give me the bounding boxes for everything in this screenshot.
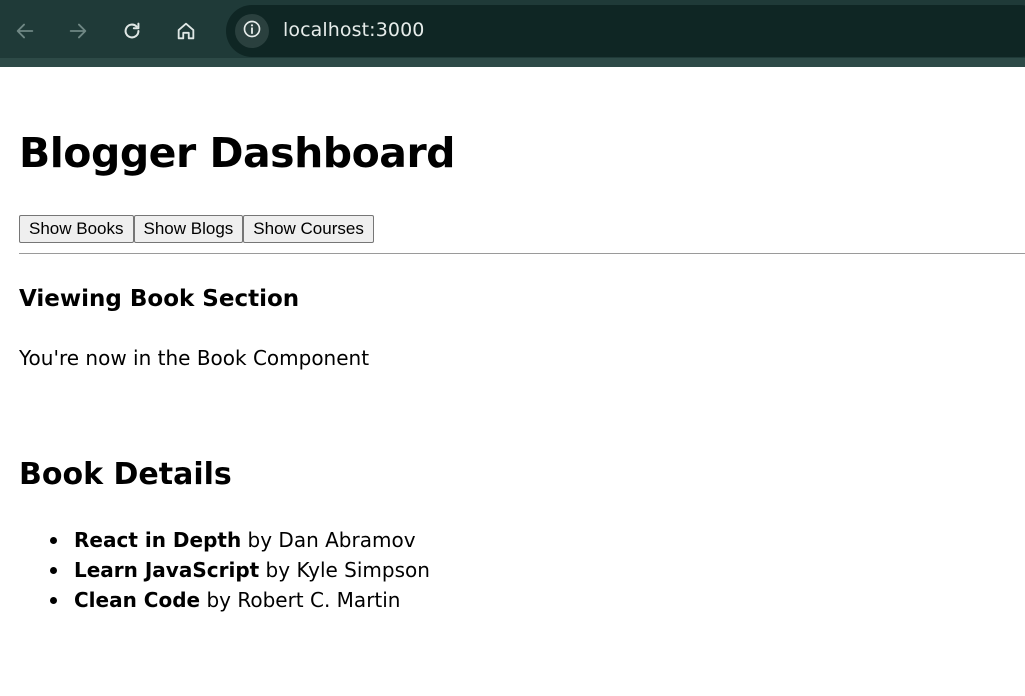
bullet-icon bbox=[50, 597, 57, 604]
book-author: by Robert C. Martin bbox=[200, 588, 401, 612]
horizontal-rule bbox=[19, 253, 1025, 254]
back-icon bbox=[14, 20, 36, 42]
list-item: React in Depth by Dan Abramov bbox=[19, 525, 430, 555]
page-title: Blogger Dashboard bbox=[19, 129, 456, 177]
bullet-icon bbox=[50, 567, 57, 574]
bullet-icon bbox=[50, 537, 57, 544]
section-heading: Viewing Book Section bbox=[19, 286, 300, 312]
address-bar[interactable]: localhost:3000 bbox=[226, 5, 1025, 57]
show-books-button[interactable]: Show Books bbox=[19, 215, 134, 243]
book-author: by Dan Abramov bbox=[241, 528, 416, 552]
book-title: Clean Code bbox=[74, 588, 201, 612]
reload-button[interactable] bbox=[115, 14, 149, 48]
list-item: Learn JavaScript by Kyle Simpson bbox=[19, 555, 430, 585]
forward-button[interactable] bbox=[61, 14, 95, 48]
back-button[interactable] bbox=[8, 14, 42, 48]
toolbar-bottom-strip bbox=[0, 58, 1025, 67]
forward-icon bbox=[67, 20, 89, 42]
section-button-row: Show Books Show Blogs Show Courses bbox=[19, 215, 374, 243]
book-list: React in Depth by Dan Abramov Learn Java… bbox=[19, 525, 430, 615]
info-icon bbox=[242, 19, 262, 43]
reload-icon bbox=[121, 20, 143, 42]
book-title: Learn JavaScript bbox=[74, 558, 260, 582]
book-title: React in Depth bbox=[74, 528, 242, 552]
show-courses-button[interactable]: Show Courses bbox=[243, 215, 374, 243]
home-button[interactable] bbox=[169, 14, 203, 48]
show-blogs-button[interactable]: Show Blogs bbox=[133, 215, 244, 243]
browser-toolbar: localhost:3000 bbox=[0, 0, 1025, 67]
home-icon bbox=[175, 20, 197, 42]
book-author: by Kyle Simpson bbox=[259, 558, 430, 582]
book-details-heading: Book Details bbox=[19, 457, 232, 492]
url-text[interactable]: localhost:3000 bbox=[283, 19, 424, 41]
site-info-button[interactable] bbox=[235, 14, 269, 48]
section-description: You're now in the Book Component bbox=[19, 346, 370, 370]
list-item: Clean Code by Robert C. Martin bbox=[19, 585, 430, 615]
